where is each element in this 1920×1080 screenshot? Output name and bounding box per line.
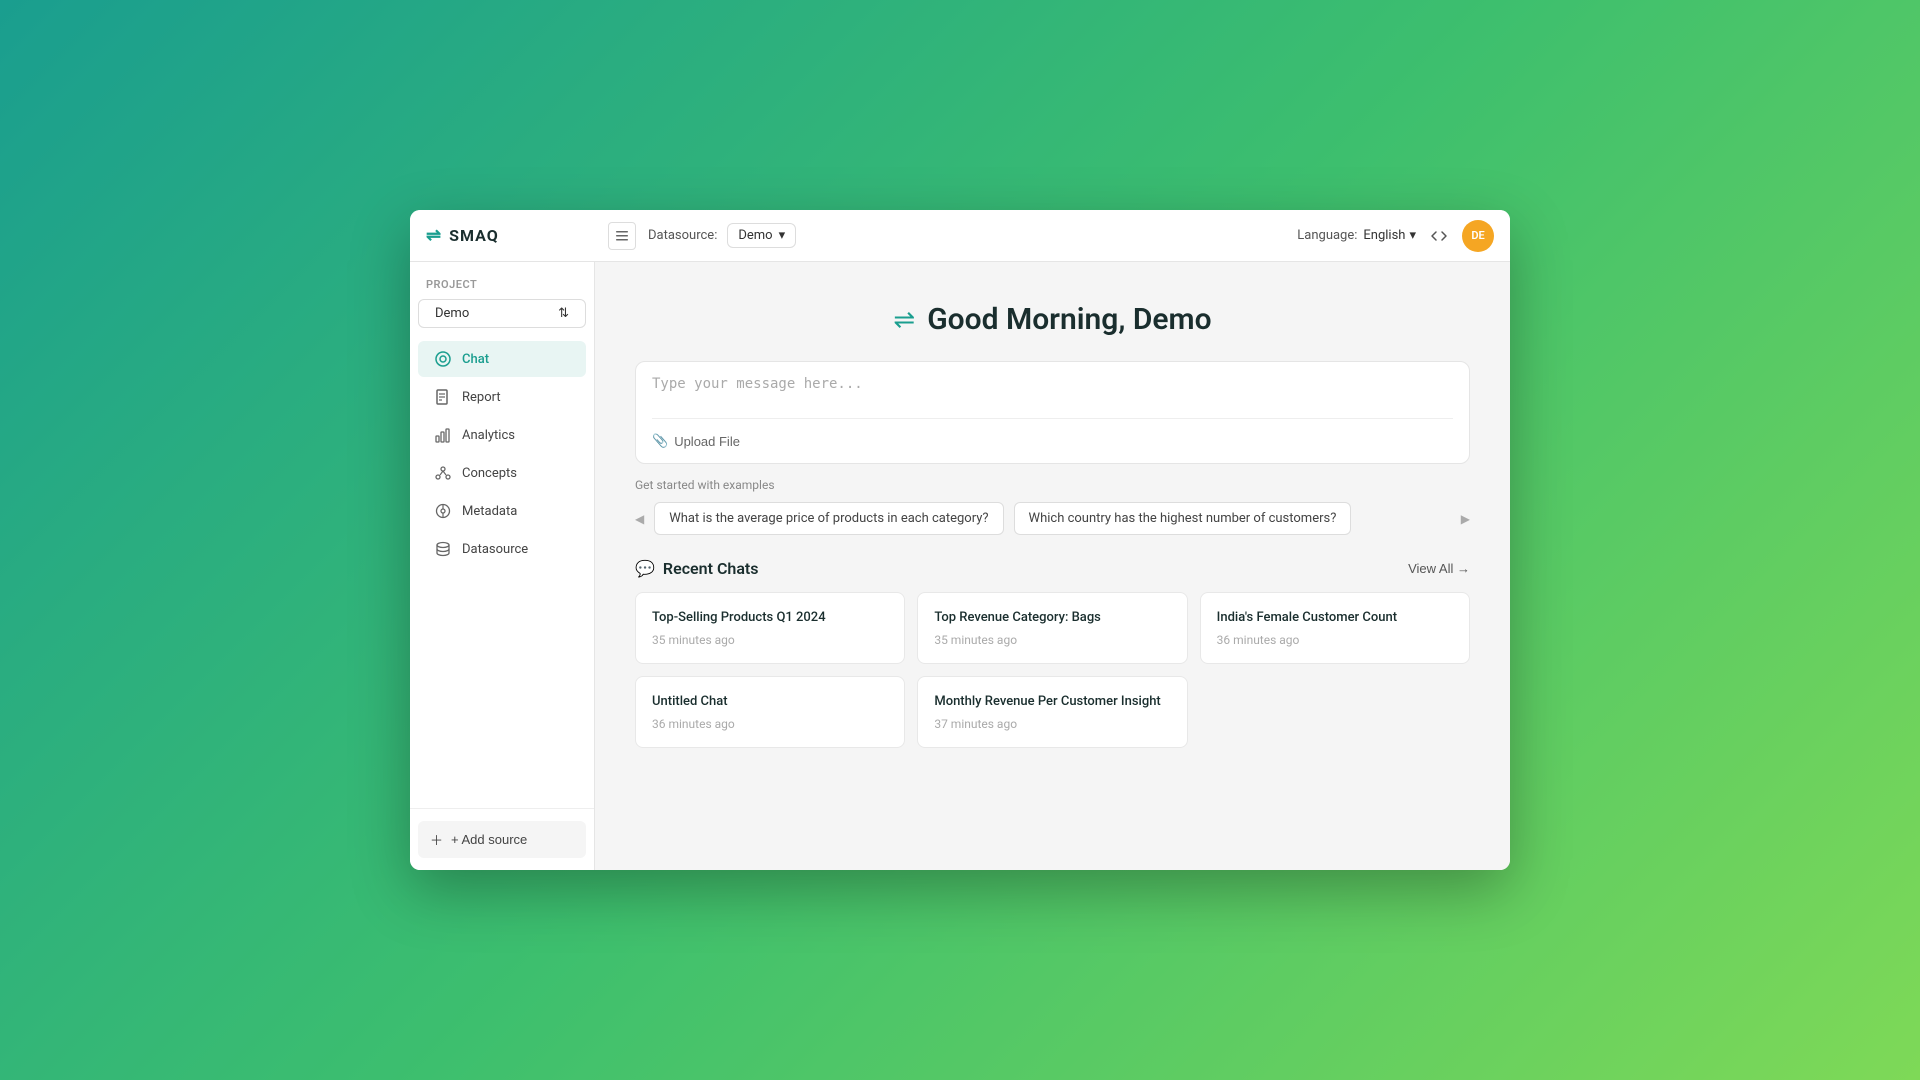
greeting-area: ⇌ Good Morning, Demo	[635, 302, 1470, 337]
recent-chats-title: 💬 Recent Chats	[635, 559, 759, 578]
chat-icon	[434, 350, 452, 368]
greeting-text: Good Morning, Demo	[927, 302, 1211, 337]
sidebar-item-report[interactable]: Report	[418, 379, 586, 415]
chat-card-time: 35 minutes ago	[652, 633, 888, 647]
sidebar-item-chat[interactable]: Chat	[418, 341, 586, 377]
analytics-icon	[434, 426, 452, 444]
message-input[interactable]	[652, 376, 1453, 404]
sidebar-item-label: Report	[462, 390, 501, 405]
chat-card-title: Top-Selling Products Q1 2024	[652, 609, 888, 627]
chat-card-title: India's Female Customer Count	[1217, 609, 1453, 627]
datasource-selector[interactable]: Demo ▾	[727, 223, 796, 248]
plus-icon: ＋	[430, 830, 443, 849]
language-value: English	[1363, 228, 1405, 243]
add-source-label: + Add source	[451, 832, 527, 847]
sidebar-item-label: Metadata	[462, 504, 517, 519]
chevron-down-icon: ▾	[779, 228, 786, 243]
language-selector[interactable]: English ▾	[1363, 228, 1416, 243]
logo-icon: ⇌	[426, 225, 441, 246]
logo-area: ⇌ SMAQ	[426, 225, 596, 246]
datasource-label: Datasource:	[648, 228, 717, 243]
example-chip-1[interactable]: What is the average price of products in…	[654, 502, 1003, 535]
language-area: Language: English ▾	[1297, 228, 1416, 243]
chat-cards-grid: Top-Selling Products Q1 2024 35 minutes …	[635, 592, 1470, 748]
sidebar-item-label: Chat	[462, 352, 489, 367]
code-button[interactable]	[1430, 227, 1448, 245]
examples-scroll: ◀ What is the average price of products …	[635, 502, 1470, 535]
body: Project Demo ⇅ Chat	[410, 262, 1510, 870]
scroll-left-arrow[interactable]: ◀	[635, 512, 644, 526]
chat-card-time: 36 minutes ago	[652, 717, 888, 731]
sidebar-item-label: Datasource	[462, 542, 528, 557]
sidebar-footer: ＋ + Add source	[410, 808, 594, 870]
chat-bubble-icon: 💬	[635, 559, 655, 578]
chat-card-4[interactable]: Untitled Chat 36 minutes ago	[635, 676, 905, 748]
language-label: Language:	[1297, 228, 1357, 243]
logo-text: SMAQ	[449, 226, 499, 245]
header: ⇌ SMAQ Datasource: Demo ▾ Language: Engl…	[410, 210, 1510, 262]
view-all-button[interactable]: View All →	[1408, 561, 1470, 576]
upload-label: Upload File	[674, 434, 740, 449]
sidebar-item-datasource[interactable]: Datasource	[418, 531, 586, 567]
sidebar: Project Demo ⇅ Chat	[410, 262, 595, 870]
chat-card-title: Top Revenue Category: Bags	[934, 609, 1170, 627]
concepts-icon	[434, 464, 452, 482]
message-box: 📎 Upload File	[635, 361, 1470, 464]
examples-label: Get started with examples	[635, 478, 1470, 492]
chat-card-title: Untitled Chat	[652, 693, 888, 711]
chat-card-title: Monthly Revenue Per Customer Insight	[934, 693, 1170, 711]
datasource-icon	[434, 540, 452, 558]
view-all-label: View All →	[1408, 561, 1470, 576]
avatar[interactable]: DE	[1462, 220, 1494, 252]
main-content: ⇌ Good Morning, Demo 📎 Upload File Get s…	[595, 262, 1510, 870]
report-icon	[434, 388, 452, 406]
example-chip-2[interactable]: Which country has the highest number of …	[1014, 502, 1352, 535]
upload-file-button[interactable]: 📎 Upload File	[652, 427, 740, 449]
project-value: Demo	[435, 306, 469, 321]
greeting-icon: ⇌	[893, 305, 915, 335]
chat-card-2[interactable]: Top Revenue Category: Bags 35 minutes ag…	[917, 592, 1187, 664]
datasource-value: Demo	[738, 228, 772, 243]
recent-chats-header: 💬 Recent Chats View All →	[635, 559, 1470, 578]
sidebar-item-analytics[interactable]: Analytics	[418, 417, 586, 453]
paperclip-icon: 📎	[652, 433, 668, 449]
examples-container: What is the average price of products in…	[654, 502, 1451, 535]
sidebar-toggle-button[interactable]	[608, 222, 636, 250]
chevron-down-icon: ▾	[1409, 228, 1416, 243]
sidebar-item-label: Analytics	[462, 428, 515, 443]
chat-card-5[interactable]: Monthly Revenue Per Customer Insight 37 …	[917, 676, 1187, 748]
scroll-right-arrow[interactable]: ▶	[1461, 512, 1470, 526]
sidebar-section-label: Project	[410, 278, 594, 299]
chat-card-1[interactable]: Top-Selling Products Q1 2024 35 minutes …	[635, 592, 905, 664]
sidebar-item-label: Concepts	[462, 466, 517, 481]
sidebar-item-metadata[interactable]: Metadata	[418, 493, 586, 529]
recent-chats-label: Recent Chats	[663, 559, 759, 578]
chat-card-time: 37 minutes ago	[934, 717, 1170, 731]
chat-card-time: 35 minutes ago	[934, 633, 1170, 647]
chat-card-3[interactable]: India's Female Customer Count 36 minutes…	[1200, 592, 1470, 664]
header-right: Language: English ▾ DE	[1297, 220, 1494, 252]
sidebar-item-concepts[interactable]: Concepts	[418, 455, 586, 491]
add-source-button[interactable]: ＋ + Add source	[418, 821, 586, 858]
avatar-initials: DE	[1471, 229, 1484, 242]
header-middle: Datasource: Demo ▾	[648, 223, 1285, 248]
metadata-icon	[434, 502, 452, 520]
project-selector[interactable]: Demo ⇅	[418, 299, 586, 328]
chat-card-empty	[1200, 676, 1470, 748]
app-window: ⇌ SMAQ Datasource: Demo ▾ Language: Engl…	[410, 210, 1510, 870]
chat-card-time: 36 minutes ago	[1217, 633, 1453, 647]
updown-icon: ⇅	[558, 306, 569, 321]
